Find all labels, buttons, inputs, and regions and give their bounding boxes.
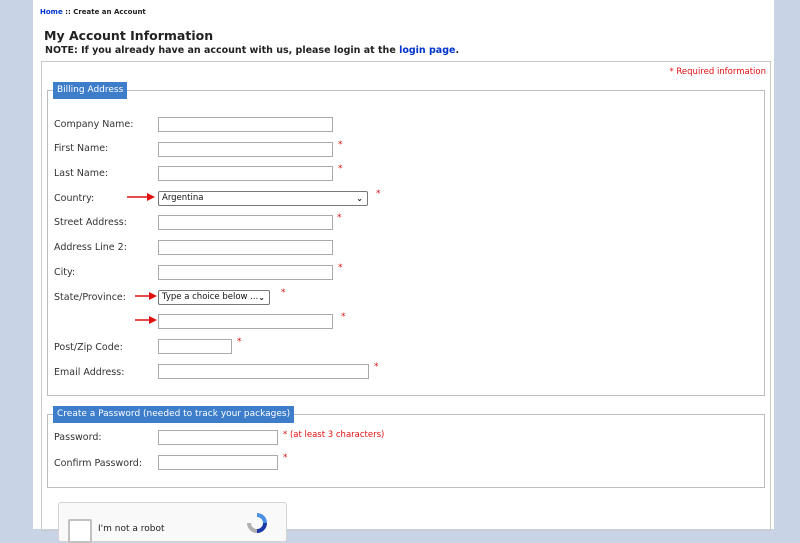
- breadcrumb-home-link[interactable]: Home: [40, 8, 63, 16]
- page: Home :: Create an Account My Account Inf…: [33, 0, 774, 543]
- country-select[interactable]: Argentina ⌄: [158, 191, 368, 206]
- required-marker: *: [281, 288, 286, 298]
- last-name-label: Last Name:: [54, 168, 109, 179]
- state-province-label: State/Province:: [54, 292, 126, 303]
- last-name-field[interactable]: [158, 166, 333, 181]
- street-address-label: Street Address:: [54, 217, 127, 228]
- required-marker: *: [338, 140, 343, 150]
- required-marker: *: [338, 263, 343, 273]
- password-hint: * (at least 3 characters): [283, 430, 385, 440]
- first-name-label: First Name:: [54, 143, 109, 154]
- email-address-field[interactable]: [158, 364, 369, 379]
- billing-address-section: Billing Address: [47, 82, 765, 396]
- street-address-field[interactable]: [158, 215, 333, 230]
- required-marker: *: [337, 213, 342, 223]
- required-marker: *: [338, 164, 343, 174]
- country-select-value: Argentina: [162, 193, 204, 203]
- address-line-2-label: Address Line 2:: [54, 242, 127, 253]
- breadcrumb-separator: ::: [62, 8, 74, 16]
- password-section: Create a Password (needed to track your …: [47, 406, 765, 488]
- state-province-select-value: Type a choice below ...: [162, 292, 259, 302]
- red-arrow-icon: [127, 193, 155, 201]
- captcha-label: I'm not a robot: [98, 524, 165, 534]
- required-info-note: * Required information: [669, 67, 766, 77]
- required-marker: *: [237, 337, 242, 347]
- city-label: City:: [54, 267, 76, 278]
- password-label: Password:: [54, 432, 102, 443]
- password-section-legend: Create a Password (needed to track your …: [53, 406, 295, 423]
- company-name-field[interactable]: [158, 117, 333, 132]
- breadcrumb-current: Create an Account: [73, 8, 146, 16]
- email-address-label: Email Address:: [54, 367, 125, 378]
- red-arrow-icon: [135, 292, 157, 300]
- login-page-link[interactable]: login page: [399, 45, 455, 56]
- breadcrumb: Home :: Create an Account: [40, 8, 146, 16]
- note-suffix: .: [455, 45, 460, 56]
- first-name-field[interactable]: [158, 142, 333, 157]
- required-marker: *: [376, 189, 381, 199]
- password-field[interactable]: [158, 430, 278, 445]
- confirm-password-field[interactable]: [158, 455, 278, 470]
- chevron-down-icon: ⌄: [258, 293, 265, 302]
- red-arrow-icon: [135, 316, 157, 324]
- state-province-select[interactable]: Type a choice below ... ⌄: [158, 290, 270, 305]
- captcha-widget: I'm not a robot: [58, 502, 287, 543]
- country-label: Country:: [54, 193, 95, 204]
- note-text: NOTE: If you already have an account wit…: [45, 45, 400, 56]
- company-name-label: Company Name:: [54, 119, 134, 130]
- page-title: My Account Information: [44, 28, 214, 43]
- captcha-checkbox[interactable]: [68, 519, 92, 543]
- confirm-password-label: Confirm Password:: [54, 458, 143, 469]
- post-zip-code-field[interactable]: [158, 339, 232, 354]
- post-zip-code-label: Post/Zip Code:: [54, 342, 123, 353]
- chevron-down-icon: ⌄: [356, 194, 363, 203]
- state-province-text-field[interactable]: [158, 314, 333, 329]
- required-marker: *: [374, 362, 379, 372]
- billing-address-legend: Billing Address: [53, 82, 128, 99]
- required-marker: *: [283, 453, 288, 463]
- required-marker: *: [341, 312, 346, 322]
- city-field[interactable]: [158, 265, 333, 280]
- login-note: NOTE: If you already have an account wit…: [45, 45, 459, 56]
- recaptcha-icon: [247, 513, 267, 533]
- address-line-2-field[interactable]: [158, 240, 333, 255]
